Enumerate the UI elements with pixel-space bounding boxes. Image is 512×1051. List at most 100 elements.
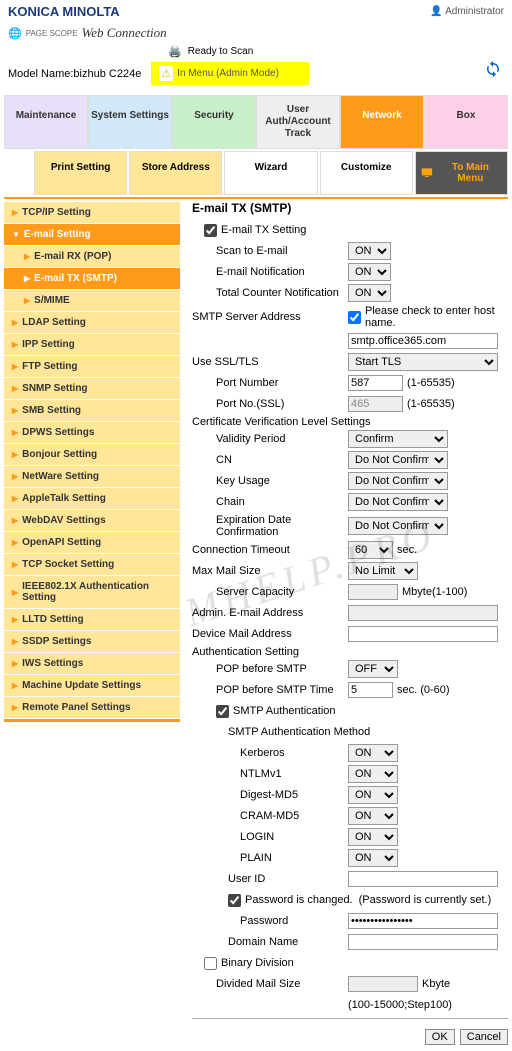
tab-user-auth[interactable]: User Auth/Account Track — [256, 95, 340, 149]
smtp-auth-label: SMTP Authentication — [233, 705, 336, 717]
sidebar-lltd[interactable]: LLTD Setting — [4, 608, 180, 630]
server-cap-input — [348, 584, 398, 600]
pwd-set-label: (Password is currently set.) — [359, 894, 492, 906]
domain-input[interactable] — [348, 934, 498, 950]
cn-select[interactable]: Do Not Confirm — [348, 451, 448, 469]
port-ssl-input — [348, 396, 403, 412]
sidebar-ldap[interactable]: LDAP Setting — [4, 311, 180, 333]
pwd-changed-check[interactable] — [228, 894, 241, 907]
expiration-select[interactable]: Do Not Confirm — [348, 517, 448, 535]
sidebar-ftp[interactable]: FTP Setting — [4, 355, 180, 377]
tab-maintenance[interactable]: Maintenance — [4, 95, 88, 149]
plain-select[interactable]: ON — [348, 849, 398, 867]
smtp-server-input[interactable] — [348, 333, 498, 349]
sidebar-webdav[interactable]: WebDAV Settings — [4, 509, 180, 531]
sidebar-ssdp[interactable]: SSDP Settings — [4, 630, 180, 652]
validity-label: Validity Period — [216, 433, 346, 445]
admin-email-input — [348, 605, 498, 621]
key-usage-label: Key Usage — [216, 475, 346, 487]
tab-box[interactable]: Box — [424, 95, 508, 149]
sidebar-netware[interactable]: NetWare Setting — [4, 465, 180, 487]
tab-network[interactable]: Network — [340, 95, 424, 149]
sidebar-email-rx[interactable]: E-mail RX (POP) — [4, 245, 180, 267]
email-tx-setting-label: E-mail TX Setting — [221, 224, 306, 236]
email-notif-label: E-mail Notification — [216, 266, 346, 278]
web-connection-title: Web Connection — [82, 25, 167, 41]
cn-label: CN — [216, 454, 346, 466]
tab-security[interactable]: Security — [172, 95, 256, 149]
sidebar-ipp[interactable]: IPP Setting — [4, 333, 180, 355]
brand-logo: KONICA MINOLTA — [8, 4, 120, 19]
domain-label: Domain Name — [228, 936, 298, 948]
password-input[interactable] — [348, 913, 498, 929]
cancel-button[interactable]: Cancel — [460, 1029, 508, 1045]
reload-icon[interactable] — [484, 60, 502, 81]
email-notif-select[interactable]: ON — [348, 263, 391, 281]
subtab-print-setting[interactable]: Print Setting — [34, 151, 127, 195]
sidebar-smb[interactable]: SMB Setting — [4, 399, 180, 421]
port-ssl-range: (1-65535) — [407, 398, 455, 410]
max-mail-label: Max Mail Size — [192, 565, 342, 577]
subtab-customize[interactable]: Customize — [320, 151, 413, 195]
chain-select[interactable]: Do Not Confirm — [348, 493, 448, 511]
ntlm-label: NTLMv1 — [240, 768, 282, 780]
server-cap-label: Server Capacity — [216, 586, 346, 598]
sidebar-openapi[interactable]: OpenAPI Setting — [4, 531, 180, 553]
mbyte-range: Mbyte(1-100) — [402, 586, 467, 598]
kbyte-label: Kbyte — [422, 978, 450, 990]
scan-to-email-select[interactable]: ON — [348, 242, 391, 260]
sidebar-ieee8021x[interactable]: IEEE802.1X Authentication Setting — [4, 575, 180, 608]
sidebar-remote-panel[interactable]: Remote Panel Settings — [4, 696, 180, 718]
login-select[interactable]: ON — [348, 828, 398, 846]
sidebar-smime[interactable]: S/MIME — [4, 289, 180, 311]
pop-before-select[interactable]: OFF — [348, 660, 398, 678]
smtp-method-label: SMTP Authentication Method — [228, 726, 370, 738]
total-counter-select[interactable]: ON — [348, 284, 391, 302]
sidebar-tcpsocket[interactable]: TCP Socket Setting — [4, 553, 180, 575]
conn-timeout-select[interactable]: 60 — [348, 541, 393, 559]
sidebar-email-setting[interactable]: E-mail Setting — [4, 223, 180, 245]
smtp-auth-check[interactable] — [216, 705, 229, 718]
sidebar-snmp[interactable]: SNMP Setting — [4, 377, 180, 399]
max-mail-select[interactable]: No Limit — [348, 562, 418, 580]
subtab-wizard[interactable]: Wizard — [224, 151, 317, 195]
kerberos-select[interactable]: ON — [348, 744, 398, 762]
port-ssl-label: Port No.(SSL) — [216, 398, 346, 410]
globe-icon: 🌐 — [8, 27, 22, 40]
smtp-server-label: SMTP Server Address — [192, 311, 342, 323]
key-usage-select[interactable]: Do Not Confirm — [348, 472, 448, 490]
cram-select[interactable]: ON — [348, 807, 398, 825]
sec-label: sec. — [397, 544, 417, 556]
sidebar-appletalk[interactable]: AppleTalk Setting — [4, 487, 180, 509]
digest-select[interactable]: ON — [348, 786, 398, 804]
plain-label: PLAIN — [240, 852, 272, 864]
sidebar-tcpip[interactable]: TCP/IP Setting — [4, 201, 180, 223]
sidebar-iws[interactable]: IWS Settings — [4, 652, 180, 674]
size-range-label: (100-15000;Step100) — [348, 999, 452, 1011]
sidebar-email-tx[interactable]: E-mail TX (SMTP) — [4, 267, 180, 289]
ok-button[interactable]: OK — [425, 1029, 455, 1045]
admin-email-label: Admin. E-mail Address — [192, 607, 342, 619]
ready-status: Ready to Scan — [188, 46, 254, 57]
tab-system-settings[interactable]: System Settings — [88, 95, 172, 149]
binary-div-check[interactable] — [204, 957, 217, 970]
kerberos-label: Kerberos — [240, 747, 285, 759]
port-number-input[interactable] — [348, 375, 403, 391]
host-name-check[interactable] — [348, 311, 361, 324]
scan-to-email-label: Scan to E-mail — [216, 245, 346, 257]
subtab-store-address[interactable]: Store Address — [129, 151, 222, 195]
total-counter-label: Total Counter Notification — [216, 287, 346, 299]
sidebar-machine-update[interactable]: Machine Update Settings — [4, 674, 180, 696]
email-tx-setting-check[interactable] — [204, 224, 217, 237]
pop-before-label: POP before SMTP — [216, 663, 346, 675]
port-number-label: Port Number — [216, 377, 346, 389]
sidebar-bonjour[interactable]: Bonjour Setting — [4, 443, 180, 465]
userid-input[interactable] — [348, 871, 498, 887]
validity-select[interactable]: Confirm — [348, 430, 448, 448]
device-email-input[interactable] — [348, 626, 498, 642]
pop-time-input[interactable] — [348, 682, 393, 698]
sidebar-dpws[interactable]: DPWS Settings — [4, 421, 180, 443]
subtab-to-main-menu[interactable]: To Main Menu — [415, 151, 508, 195]
divided-size-input — [348, 976, 418, 992]
use-ssl-select[interactable]: Start TLS — [348, 353, 498, 371]
